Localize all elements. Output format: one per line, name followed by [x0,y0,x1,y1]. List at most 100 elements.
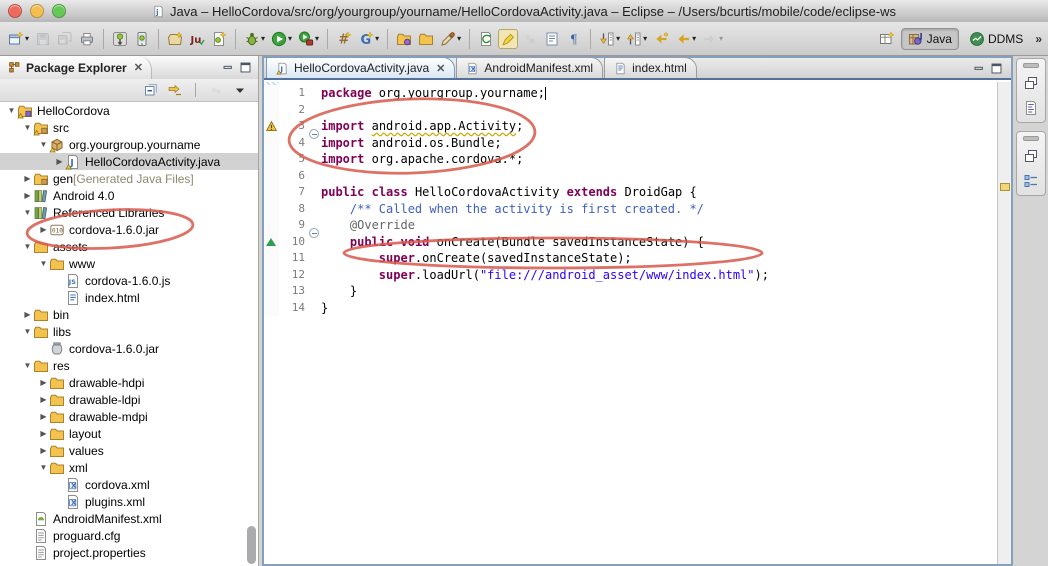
tree-collapsed-arrow-icon[interactable]: ▶ [38,378,49,387]
tree-collapsed-arrow-icon[interactable]: ▶ [38,395,49,404]
tree-item-hellocordovaactivity-java[interactable]: ▶JHelloCordovaActivity.java [0,153,258,170]
new-android-xml-button[interactable] [209,29,229,49]
line-number[interactable]: 4 [279,135,308,152]
open-resource-button[interactable] [416,29,436,49]
stack-handle[interactable] [1023,136,1039,141]
close-window-button[interactable] [8,4,22,18]
line-number[interactable]: 8 [279,201,308,218]
link-with-editor-button[interactable] [165,80,185,100]
page-sync-button[interactable] [476,29,496,49]
perspective-ddms[interactable]: DDMS [963,28,1029,50]
code-line-3[interactable]: 3import android.app.Activity; [264,118,998,135]
line-number[interactable]: 11 [279,250,308,267]
tree-expanded-arrow-icon[interactable]: ▼ [22,361,33,370]
code-line-10[interactable]: 10 public void onCreate(Bundle savedInst… [264,234,998,251]
tree-item-hellocordova[interactable]: ▼HelloCordova [0,102,258,119]
tree-expanded-arrow-icon[interactable]: ▼ [38,140,49,149]
junit-test-button[interactable]: Ju [187,29,207,49]
overview-ruler[interactable] [997,82,1011,564]
tree-item-www[interactable]: ▼www [0,255,258,272]
android-sdk-manager-button[interactable] [110,29,130,49]
code-line-6[interactable]: 6 [264,168,998,185]
code-line-7[interactable]: 7public class HelloCordovaActivity exten… [264,184,998,201]
annotate-brush-button[interactable]: ▾ [438,29,463,49]
code-line-12[interactable]: 12 super.loadUrl("file:///android_asset/… [264,267,998,284]
close-tab-icon[interactable]: ✕ [436,62,445,75]
code-line-13[interactable]: 13 } [264,283,998,300]
show-source-button[interactable] [542,29,562,49]
google-services-dropdown-icon[interactable]: ▾ [375,34,379,43]
tasklist-view-button[interactable] [1021,171,1041,191]
highlighter-button[interactable] [498,29,518,49]
editor-tab-index-html[interactable]: index.html [604,57,697,78]
restore-view-button[interactable] [1021,73,1041,93]
tree-item-bin[interactable]: ▶bin [0,306,258,323]
tree-collapsed-arrow-icon[interactable]: ▶ [38,412,49,421]
editor-tab-androidmanifest-xml[interactable]: XAndroidManifest.xml [456,57,603,78]
minimize-editor-icon[interactable] [973,62,986,75]
line-number[interactable]: 1 [279,85,308,102]
stack-handle[interactable] [1023,63,1039,68]
tree-item-libs[interactable]: ▼libs [0,323,258,340]
tree-collapsed-arrow-icon[interactable]: ▶ [54,157,65,166]
tree-item-res[interactable]: ▼res [0,357,258,374]
tree-item-cordova-1-6-0-jar[interactable]: ▶010cordova-1.6.0.jar [0,221,258,238]
tree-collapsed-arrow-icon[interactable]: ▶ [38,446,49,455]
run-external-dropdown-icon[interactable]: ▾ [315,34,319,43]
open-perspective-button[interactable] [877,29,897,49]
run-external-button[interactable]: ▾ [296,29,321,49]
maximize-view-icon[interactable] [239,61,252,74]
open-type-button[interactable] [394,29,414,49]
debug-dropdown-icon[interactable]: ▾ [261,34,265,43]
tree-item-src[interactable]: ▼src [0,119,258,136]
close-view-icon[interactable]: ✕ [134,61,143,74]
editor-tab-hellocordovaactivity-java[interactable]: JHelloCordovaActivity.java✕ [266,57,455,78]
code-line-1[interactable]: 1package org.yourgroup.yourname; [264,85,998,102]
line-number[interactable]: 2 [279,102,308,119]
tree-item-index-html[interactable]: index.html [0,289,258,306]
code-line-2[interactable]: 2 [264,102,998,119]
tree-expanded-arrow-icon[interactable]: ▼ [22,208,33,217]
line-number[interactable]: 12 [279,267,308,284]
perspective-java[interactable]: JJava [901,28,959,50]
next-annotation-button[interactable]: ▾ [597,29,622,49]
tree-item-androidmanifest-xml[interactable]: AndroidManifest.xml [0,510,258,527]
run-button[interactable]: ▾ [269,29,294,49]
prev-annotation-dropdown-icon[interactable]: ▾ [643,34,647,43]
tree-collapsed-arrow-icon[interactable]: ▶ [22,191,33,200]
minimize-view-icon[interactable] [222,61,235,74]
package-explorer-tab[interactable]: Package Explorer ✕ [0,56,152,79]
tree-item-org-yourgroup-yourname[interactable]: ▼org.yourgroup.yourname [0,136,258,153]
tree-item-plugins-xml[interactable]: Xplugins.xml [0,493,258,510]
line-number[interactable]: 5 [279,151,308,168]
line-number[interactable]: 3 [279,118,308,135]
tree-item-assets[interactable]: ▼assets [0,238,258,255]
tree-expanded-arrow-icon[interactable]: ▼ [22,327,33,336]
tree-collapsed-arrow-icon[interactable]: ▶ [38,225,49,234]
tree-item-drawable-ldpi[interactable]: ▶drawable-ldpi [0,391,258,408]
new-wizard-dropdown-icon[interactable]: ▾ [25,34,29,43]
print-button[interactable] [77,29,97,49]
zoom-window-button[interactable] [52,4,66,18]
code-line-4[interactable]: 4import android.os.Bundle; [264,135,998,152]
next-annotation-dropdown-icon[interactable]: ▾ [616,34,620,43]
back-button[interactable]: ▾ [673,29,698,49]
line-number[interactable]: 14 [279,300,308,317]
tree-item-proguard-cfg[interactable]: proguard.cfg [0,527,258,544]
last-edit-location-button[interactable] [651,29,671,49]
collapse-all-button[interactable] [141,80,161,100]
run-dropdown-icon[interactable]: ▾ [288,34,292,43]
maximize-editor-icon[interactable] [990,62,1003,75]
android-avd-manager-button[interactable] [132,29,152,49]
tree-item-gen[interactable]: ▶gen [Generated Java Files] [0,170,258,187]
code-editor[interactable]: 1package org.yourgroup.yourname;23import… [264,82,998,564]
tree-expanded-arrow-icon[interactable]: ▼ [22,242,33,251]
outline-view-button[interactable] [1021,98,1041,118]
view-menu-button[interactable] [230,80,250,100]
annotate-brush-dropdown-icon[interactable]: ▾ [457,34,461,43]
tree-collapsed-arrow-icon[interactable]: ▶ [22,174,33,183]
tree-item-cordova-xml[interactable]: Xcordova.xml [0,476,258,493]
tree-item-project-properties[interactable]: project.properties [0,544,258,561]
google-services-button[interactable]: G▾ [356,29,381,49]
tree-item-drawable-mdpi[interactable]: ▶drawable-mdpi [0,408,258,425]
